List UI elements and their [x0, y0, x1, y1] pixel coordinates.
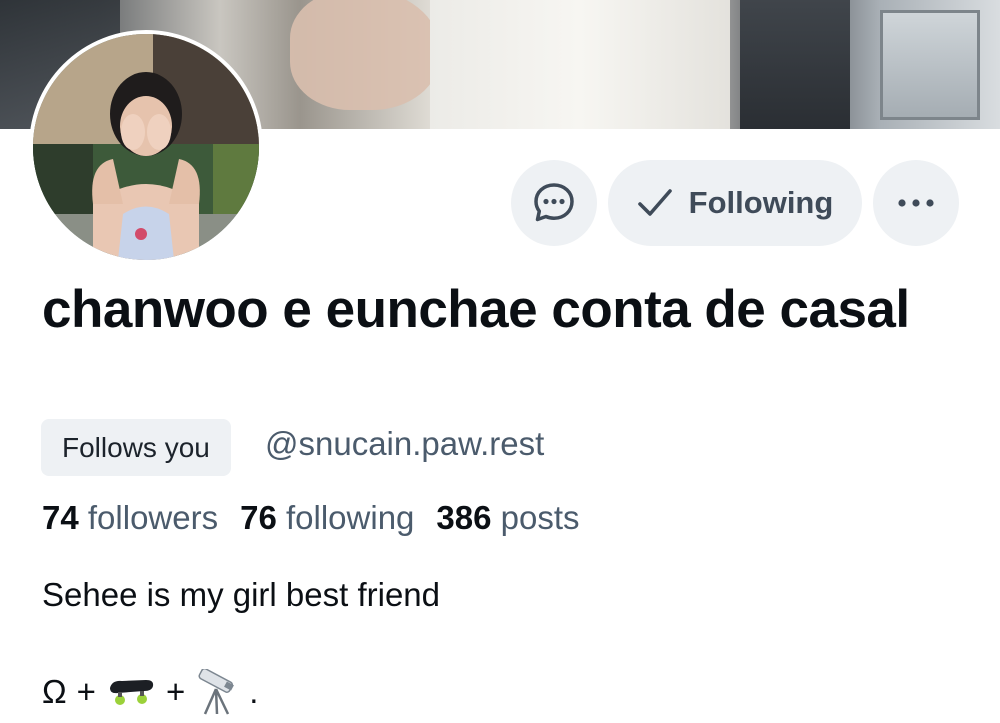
- display-name: chanwoo e eunchae conta de casal: [42, 280, 910, 339]
- followers-count: 74: [42, 499, 79, 536]
- banner-hand: [290, 0, 440, 110]
- posts-label: posts: [500, 499, 580, 536]
- profile-stats: 74 followers 76 following 386 posts: [42, 499, 580, 537]
- avatar-image: [33, 34, 259, 260]
- omega-symbol: Ω: [42, 673, 67, 710]
- following-button-label: Following: [688, 185, 834, 220]
- bio-line: Ω + + .: [42, 667, 258, 717]
- following-link[interactable]: 76 following: [240, 499, 414, 536]
- check-icon: [637, 187, 673, 219]
- period: .: [249, 673, 259, 710]
- bio-line: Sehee is my girl best friend: [42, 576, 441, 613]
- more-icon: [898, 199, 934, 207]
- plus-symbol: +: [76, 673, 96, 710]
- posts-stat: 386 posts: [436, 499, 579, 536]
- avatar[interactable]: [29, 30, 263, 264]
- follows-you-label: Follows you: [62, 431, 210, 463]
- more-options-button[interactable]: [873, 160, 959, 246]
- following-label: following: [286, 499, 415, 536]
- telescope-icon: [198, 669, 235, 715]
- posts-count: 386: [436, 499, 492, 536]
- banner-window-frame: [880, 10, 980, 120]
- banner-window: [740, 0, 850, 129]
- follows-you-badge: Follows you: [41, 419, 231, 476]
- banner-shirt: [430, 0, 730, 129]
- handle[interactable]: @snucain.paw.rest: [265, 425, 544, 463]
- plus-symbol: +: [165, 673, 186, 710]
- following-count: 76: [240, 499, 277, 536]
- following-button[interactable]: Following: [608, 160, 862, 246]
- followers-link[interactable]: 74 followers: [42, 499, 218, 536]
- message-button[interactable]: [511, 160, 597, 246]
- skateboard-icon: [109, 680, 154, 705]
- followers-label: followers: [87, 499, 219, 536]
- message-icon: [534, 183, 574, 222]
